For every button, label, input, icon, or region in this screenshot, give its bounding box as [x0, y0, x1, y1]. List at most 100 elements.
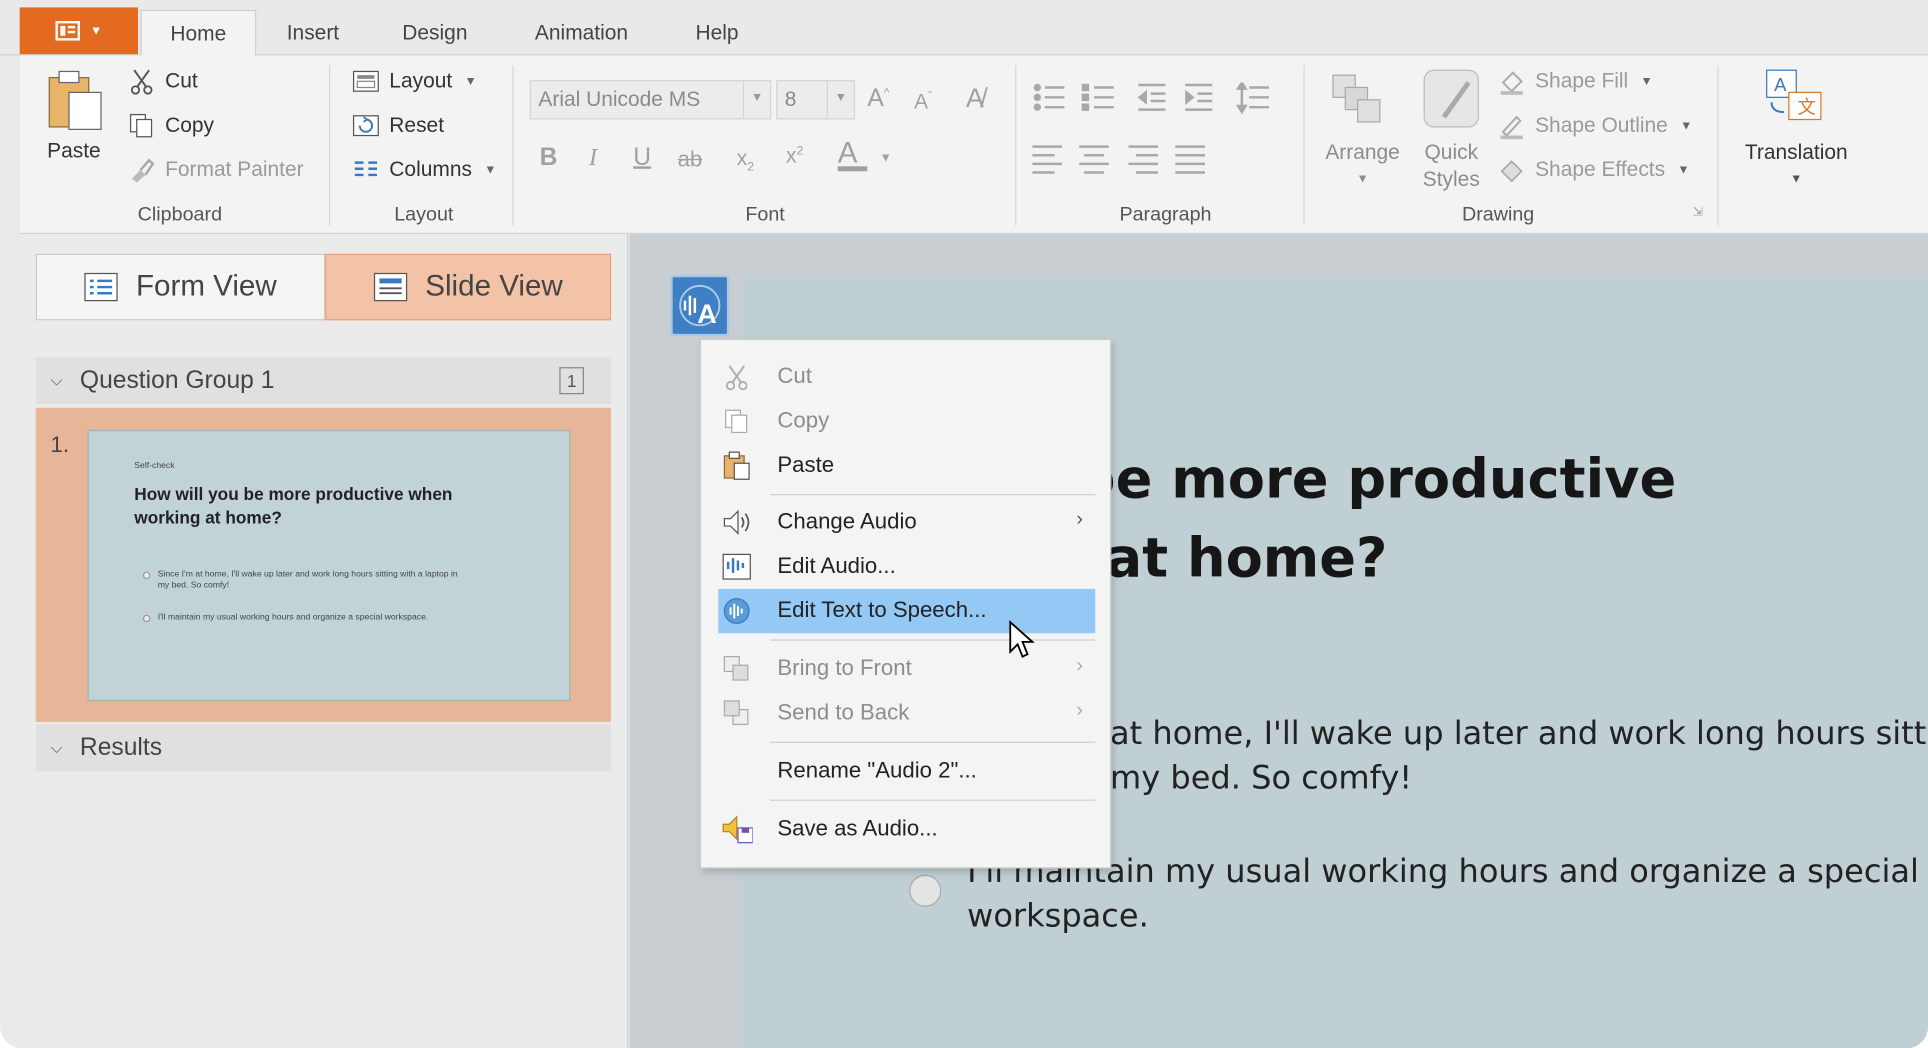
- chevron-down-icon[interactable]: ⌵: [51, 738, 63, 758]
- speaker-icon: [721, 508, 753, 538]
- thumbnail-option-text: Since I'm at home, I'll wake up later an…: [157, 570, 458, 591]
- bullets-icon: [1033, 83, 1065, 111]
- chevron-right-icon: ›: [1076, 699, 1083, 721]
- form-view-button[interactable]: Form View: [35, 253, 326, 321]
- menu-separator: [770, 639, 1096, 641]
- font-size-select[interactable]: 8 ▼: [776, 80, 856, 120]
- format-painter-button[interactable]: Format Painter: [128, 156, 304, 183]
- slide-thumbnail[interactable]: Self-check How will you be more producti…: [87, 429, 571, 702]
- paste-button[interactable]: Paste: [42, 68, 106, 164]
- align-center-icon: [1079, 145, 1109, 174]
- subscript-icon[interactable]: x2: [737, 147, 754, 175]
- paste-icon: [721, 451, 753, 481]
- slide-view-icon: [374, 272, 408, 302]
- cut-button[interactable]: Cut: [128, 68, 198, 95]
- clear-formatting-icon[interactable]: A̸: [966, 83, 984, 115]
- radio-button[interactable]: [909, 874, 942, 907]
- quick-styles-button[interactable]: Quick Styles: [1412, 139, 1491, 193]
- shrink-font-icon[interactable]: Aˇ: [914, 90, 932, 115]
- caret-down-icon: ▼: [1680, 118, 1693, 133]
- caret-down-icon: ▼: [1640, 74, 1653, 89]
- svg-text:A: A: [697, 298, 717, 329]
- arrange-icon[interactable]: [1328, 70, 1385, 135]
- thumbnail-eyebrow: Self-check: [134, 462, 175, 471]
- slide-view-button[interactable]: Slide View: [325, 253, 612, 321]
- question-group-header[interactable]: ⌵ Question Group 1 1: [35, 357, 612, 405]
- layout-group-label: Layout: [394, 204, 454, 226]
- font-color-icon[interactable]: A: [837, 137, 868, 172]
- shape-fill-dropdown[interactable]: Shape Fill ▼: [1498, 68, 1653, 95]
- reset-button[interactable]: Reset: [352, 112, 444, 139]
- quick-styles-icon[interactable]: [1422, 68, 1484, 138]
- slide-thumbnail-row[interactable]: 1. Self-check How will you be more produ…: [35, 407, 612, 722]
- form-view-icon: [84, 272, 119, 302]
- chevron-right-icon: ›: [1076, 655, 1083, 677]
- copy-label: Copy: [165, 113, 214, 137]
- menu-item-cut[interactable]: Cut: [718, 355, 1095, 399]
- tab-design[interactable]: Design: [384, 10, 485, 57]
- bold-icon[interactable]: B: [540, 144, 558, 172]
- align-left-icon: [1032, 145, 1062, 174]
- columns-dropdown[interactable]: Columns ▼: [352, 156, 496, 183]
- menu-item-paste[interactable]: Paste: [718, 444, 1095, 488]
- font-group-label: Font: [745, 204, 785, 226]
- menu-item-edit-audio[interactable]: Edit Audio...: [718, 545, 1095, 589]
- translation-icon[interactable]: A文: [1762, 68, 1829, 133]
- chevron-down-icon: ▼: [89, 24, 103, 38]
- tab-animation[interactable]: Animation: [515, 10, 648, 57]
- grow-font-icon[interactable]: A^: [867, 85, 889, 113]
- send-to-back-icon: [721, 699, 753, 729]
- font-family-select[interactable]: Arial Unicode MS ▼: [529, 80, 772, 120]
- caret-down-icon[interactable]: ▼: [880, 152, 892, 166]
- paragraph-group-label: Paragraph: [1119, 204, 1212, 226]
- superscript-icon[interactable]: x2: [786, 144, 803, 169]
- menu-item-save-as-audio[interactable]: Save as Audio...: [718, 807, 1095, 851]
- arrange-button[interactable]: Arrange: [1316, 139, 1410, 166]
- shape-effects-dropdown[interactable]: Shape Effects ▼: [1498, 156, 1690, 183]
- copy-icon: [128, 112, 155, 139]
- strikethrough-icon[interactable]: ab: [678, 147, 703, 173]
- layout-icon: [352, 68, 379, 95]
- pencil-icon: [1498, 112, 1525, 140]
- dialog-launcher-icon[interactable]: ⇲: [1693, 206, 1703, 220]
- align-right-icon: [1128, 145, 1159, 174]
- chevron-down-icon[interactable]: ⌵: [51, 371, 63, 391]
- menu-item-edit-text-to-speech[interactable]: Edit Text to Speech...: [718, 588, 1096, 634]
- underline-icon[interactable]: U: [633, 144, 651, 172]
- menu-item-change-audio[interactable]: Change Audio ›: [718, 500, 1095, 544]
- app-menu-button[interactable]: ▼: [19, 7, 138, 55]
- menu-item-label: Rename "Audio 2"...: [777, 757, 977, 783]
- tab-insert[interactable]: Insert: [266, 10, 360, 57]
- ribbon: Paste Cut Copy Format Painter Clipboard …: [19, 55, 1928, 235]
- thumbnail-option-text: I'll maintain my usual working hours and…: [157, 613, 429, 623]
- chevron-right-icon: ›: [1076, 508, 1083, 530]
- menu-item-send-to-back[interactable]: Send to Back ›: [718, 691, 1095, 735]
- bring-to-front-icon: [721, 654, 753, 684]
- tab-help[interactable]: Help: [680, 10, 754, 57]
- layout-label: Layout: [389, 68, 453, 93]
- audio-object-icon[interactable]: A: [670, 274, 730, 337]
- text-to-speech-icon: A: [679, 284, 721, 329]
- translation-button[interactable]: Translation: [1732, 139, 1860, 166]
- menu-item-copy[interactable]: Copy: [718, 399, 1095, 443]
- question-group-title: Question Group 1: [79, 366, 275, 394]
- menu-item-rename[interactable]: Rename "Audio 2"...: [718, 749, 1095, 793]
- shape-effects-icon: [1498, 156, 1525, 183]
- app-window: ▼ Home Insert Design Animation Help Past…: [0, 0, 1928, 1048]
- menu-icon: [55, 20, 81, 41]
- shape-outline-dropdown[interactable]: Shape Outline ▼: [1498, 112, 1693, 140]
- text-to-speech-icon: [721, 596, 753, 626]
- answer-option-text: at home, I'll wake up later and work lon…: [1110, 715, 1928, 753]
- menu-item-label: Send to Back: [777, 699, 910, 725]
- radio-icon: [142, 614, 151, 623]
- menu-separator: [770, 494, 1096, 496]
- tab-home[interactable]: Home: [140, 9, 257, 57]
- reset-icon: [352, 112, 379, 139]
- results-group-header[interactable]: ⌵ Results: [35, 724, 612, 772]
- menu-item-label: Cut: [777, 363, 812, 389]
- answer-option-text: my bed. So comfy!: [1110, 760, 1413, 798]
- layout-dropdown[interactable]: Layout ▼: [352, 68, 477, 95]
- copy-button[interactable]: Copy: [128, 112, 214, 139]
- menu-item-bring-to-front[interactable]: Bring to Front ›: [718, 647, 1095, 691]
- italic-icon[interactable]: I: [589, 144, 597, 172]
